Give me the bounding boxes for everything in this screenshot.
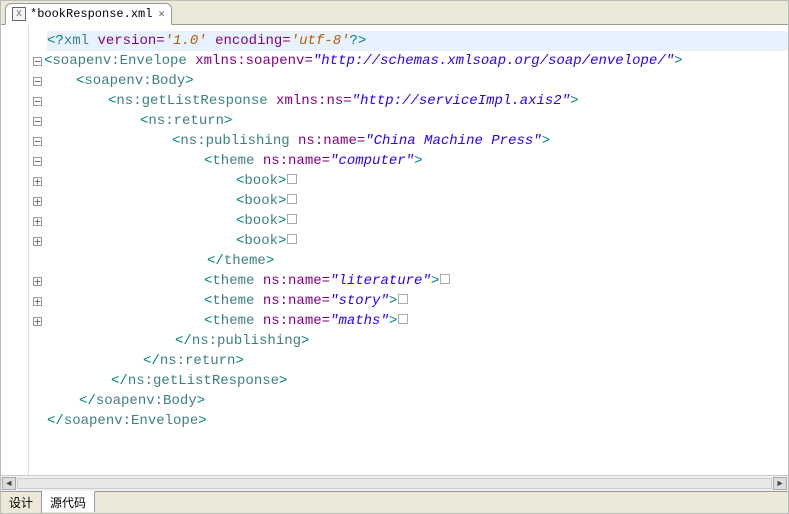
code-content: </ns:return> <box>47 351 244 371</box>
fold-expand-icon[interactable]: + <box>33 177 42 186</box>
xml-file-icon: X <box>12 7 26 21</box>
horizontal-scrollbar[interactable]: ◄ ► <box>1 475 788 491</box>
code-line[interactable]: +<theme ns:name="literature"> <box>33 271 788 291</box>
code-line[interactable]: +<book> <box>33 191 788 211</box>
code-line[interactable]: </ns:getListResponse> <box>33 371 788 391</box>
code-line[interactable]: +<book> <box>33 171 788 191</box>
code-line[interactable]: </theme> <box>33 251 788 271</box>
code-content: <book> <box>44 191 298 211</box>
code-line[interactable]: −<ns:publishing ns:name="China Machine P… <box>33 131 788 151</box>
code-content: <theme ns:name="maths"> <box>44 311 409 331</box>
code-line[interactable]: −<ns:getListResponse xmlns:ns="http://se… <box>33 91 788 111</box>
scroll-right-arrow-icon[interactable]: ► <box>773 477 787 490</box>
code-content: <ns:publishing ns:name="China Machine Pr… <box>44 131 550 151</box>
collapsed-content-icon[interactable] <box>287 234 297 244</box>
code-line[interactable]: +<theme ns:name="maths"> <box>33 311 788 331</box>
editor-tabbar: X *bookResponse.xml ✕ <box>1 1 788 25</box>
fold-expand-icon[interactable]: + <box>33 237 42 246</box>
collapsed-content-icon[interactable] <box>287 194 297 204</box>
code-line[interactable]: </soapenv:Body> <box>33 391 788 411</box>
fold-collapse-icon[interactable]: − <box>33 97 42 106</box>
scroll-left-arrow-icon[interactable]: ◄ <box>2 477 16 490</box>
code-content: <book> <box>44 171 298 191</box>
close-icon[interactable]: ✕ <box>158 7 165 21</box>
code-line[interactable]: +<theme ns:name="story"> <box>33 291 788 311</box>
gutter <box>1 25 29 475</box>
collapsed-content-icon[interactable] <box>440 274 450 284</box>
scroll-track[interactable] <box>17 478 772 489</box>
collapsed-content-icon[interactable] <box>398 294 408 304</box>
fold-expand-icon[interactable]: + <box>33 197 42 206</box>
code-content: </ns:publishing> <box>47 331 309 351</box>
fold-expand-icon[interactable]: + <box>33 277 42 286</box>
code-viewport[interactable]: <?xml version='1.0' encoding='utf-8'?>−<… <box>29 25 788 475</box>
fold-collapse-icon[interactable]: − <box>33 157 42 166</box>
code-content: </soapenv:Envelope> <box>47 411 207 431</box>
code-line[interactable]: −<theme ns:name="computer"> <box>33 151 788 171</box>
fold-expand-icon[interactable]: + <box>33 297 42 306</box>
code-line[interactable]: </ns:return> <box>33 351 788 371</box>
fold-collapse-icon[interactable]: − <box>33 117 42 126</box>
collapsed-content-icon[interactable] <box>398 314 408 324</box>
tab-design[interactable]: 设计 <box>1 492 42 513</box>
code-line[interactable]: +<book> <box>33 211 788 231</box>
code-content: <ns:return> <box>44 111 232 131</box>
code-content: <soapenv:Body> <box>44 71 194 91</box>
code-line[interactable]: </soapenv:Envelope> <box>33 411 788 431</box>
code-line[interactable]: −<ns:return> <box>33 111 788 131</box>
fold-collapse-icon[interactable]: − <box>33 57 42 66</box>
fold-expand-icon[interactable]: + <box>33 317 42 326</box>
code-line[interactable]: −<soapenv:Envelope xmlns:soapenv="http:/… <box>33 51 788 71</box>
code-content: </theme> <box>47 251 274 271</box>
code-content: </soapenv:Body> <box>47 391 205 411</box>
editor-area: <?xml version='1.0' encoding='utf-8'?>−<… <box>1 25 788 475</box>
code-line[interactable]: +<book> <box>33 231 788 251</box>
code-content: <theme ns:name="literature"> <box>44 271 451 291</box>
code-content: <theme ns:name="story"> <box>44 291 409 311</box>
code-content: <ns:getListResponse xmlns:ns="http://ser… <box>44 91 579 111</box>
code-content: </ns:getListResponse> <box>47 371 287 391</box>
code-content: <book> <box>44 231 298 251</box>
fold-expand-icon[interactable]: + <box>33 217 42 226</box>
file-tab[interactable]: X *bookResponse.xml ✕ <box>5 3 172 25</box>
code-content: <book> <box>44 211 298 231</box>
code-line[interactable]: <?xml version='1.0' encoding='utf-8'?> <box>33 31 788 51</box>
fold-collapse-icon[interactable]: − <box>33 137 42 146</box>
file-tab-title: *bookResponse.xml <box>30 7 152 21</box>
fold-collapse-icon[interactable]: − <box>33 77 42 86</box>
code-content: <soapenv:Envelope xmlns:soapenv="http://… <box>44 51 683 71</box>
code-content: <?xml version='1.0' encoding='utf-8'?> <box>47 31 788 51</box>
collapsed-content-icon[interactable] <box>287 214 297 224</box>
collapsed-content-icon[interactable] <box>287 174 297 184</box>
tab-source[interactable]: 源代码 <box>42 491 95 512</box>
bottom-tabbar: 设计 源代码 <box>1 491 788 513</box>
code-line[interactable]: </ns:publishing> <box>33 331 788 351</box>
code-line[interactable]: −<soapenv:Body> <box>33 71 788 91</box>
code-content: <theme ns:name="computer"> <box>44 151 422 171</box>
